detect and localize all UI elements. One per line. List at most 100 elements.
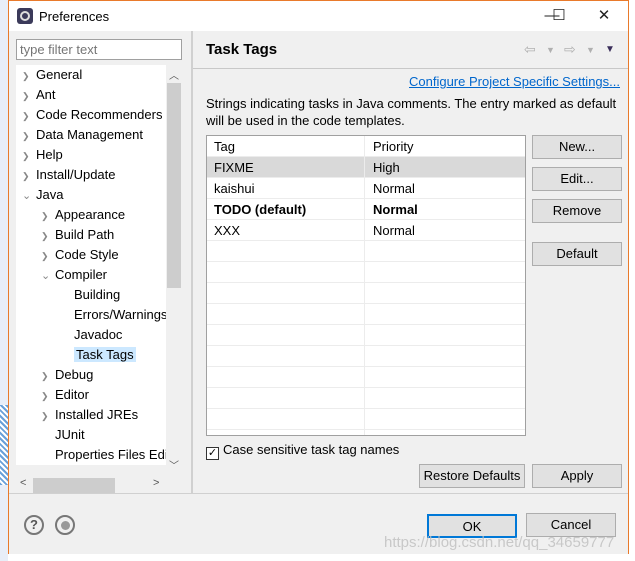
scroll-left-icon[interactable]: < — [20, 477, 26, 489]
tree-item[interactable]: ❯ Appearance — [41, 205, 125, 225]
tag-cell — [207, 283, 365, 304]
chevron-down-icon[interactable]: ⌄ — [22, 186, 36, 206]
chevron-right-icon[interactable]: ❯ — [22, 146, 36, 166]
case-sensitive-checkbox[interactable]: ✓ Case sensitive task tag names — [206, 442, 399, 460]
help-icon[interactable]: ? — [24, 515, 44, 535]
back-arrow-icon[interactable]: ⇦ — [524, 41, 536, 58]
tree-item[interactable]: ❯ Install/Update — [22, 165, 116, 185]
scroll-right-icon[interactable]: > — [153, 477, 159, 489]
chevron-right-icon[interactable]: ❯ — [41, 406, 55, 426]
tag-cell — [207, 241, 365, 262]
column-header-priority[interactable]: Priority — [366, 136, 413, 157]
tree-item[interactable]: Building — [60, 285, 120, 305]
scroll-down-icon[interactable]: ﹀ — [166, 457, 182, 472]
tree-item[interactable]: ❯ Installed JREs — [41, 405, 138, 425]
empty-row — [207, 430, 525, 435]
tree-item[interactable]: ❯ Debug — [41, 365, 93, 385]
chevron-right-icon[interactable]: ❯ — [41, 226, 55, 246]
chevron-right-icon[interactable]: ❯ — [41, 386, 55, 406]
watermark: https://blog.csdn.net/qq_34659777 — [384, 534, 615, 551]
priority-cell: Normal — [373, 181, 415, 196]
tree-item[interactable]: ❯ Editor — [41, 385, 89, 405]
tree-item-label: Compiler — [55, 267, 108, 282]
priority-cell: Normal — [373, 202, 418, 217]
back-dropdown-icon[interactable]: ▼ — [546, 45, 555, 55]
chevron-right-icon[interactable]: ❯ — [41, 366, 55, 386]
tree-item[interactable]: ❯ Help — [22, 145, 63, 165]
sidebar: ❯General❯Ant❯Code Recommenders❯Data Mana… — [9, 31, 191, 494]
empty-row — [207, 346, 525, 367]
checkmark-icon[interactable]: ✓ — [206, 447, 219, 460]
chevron-right-icon[interactable]: ❯ — [22, 86, 36, 106]
eclipse-icon — [17, 8, 33, 24]
tree-item-label: Code Recommenders — [36, 107, 163, 122]
edit-button[interactable]: Edit... — [532, 167, 622, 191]
tree-item[interactable]: ❯ General — [22, 65, 82, 85]
configure-project-settings-link[interactable]: Configure Project Specific Settings... — [409, 74, 620, 89]
tree-item[interactable]: ❯ Data Management — [22, 125, 143, 145]
hscroll-thumb[interactable] — [33, 478, 115, 493]
table-row[interactable]: TODO (default) Normal — [207, 199, 525, 220]
chevron-right-icon[interactable]: ❯ — [22, 106, 36, 126]
priority-cell: Normal — [373, 223, 415, 238]
remove-button[interactable]: Remove — [532, 199, 622, 223]
tag-cell: XXX — [207, 220, 365, 241]
tree-item[interactable]: ⌄ Java — [22, 185, 63, 205]
table-row[interactable]: FIXME High — [207, 157, 525, 178]
menu-dropdown-icon[interactable]: ▼ — [605, 44, 615, 55]
column-header-tag[interactable]: Tag — [207, 136, 365, 157]
forward-arrow-icon[interactable]: ⇨ — [564, 41, 576, 58]
tag-cell — [207, 346, 365, 367]
new-button[interactable]: New... — [532, 135, 622, 159]
tree-item[interactable]: ❯ Code Style — [41, 245, 119, 265]
task-tags-page: Task Tags ⇦ ▼ ⇨ ▼ ▼ Configure Project Sp… — [193, 31, 628, 493]
chevron-right-icon[interactable]: ❯ — [41, 246, 55, 266]
title-bar: Preferences — ☐ ✕ — [9, 1, 628, 31]
filter-input[interactable] — [16, 39, 182, 60]
tree-item-label: Errors/Warnings — [74, 307, 166, 322]
tree-item-label: JUnit — [55, 427, 85, 442]
tree-item[interactable]: ❯ Build Path — [41, 225, 114, 245]
tree-item-label: General — [36, 67, 83, 82]
scroll-up-icon[interactable]: ︿ — [166, 67, 182, 82]
chevron-right-icon[interactable]: ❯ — [22, 126, 36, 146]
tree-item-label: Javadoc — [74, 327, 123, 342]
restore-defaults-button[interactable]: Restore Defaults — [419, 464, 525, 488]
forward-dropdown-icon[interactable]: ▼ — [586, 45, 595, 55]
tree-horizontal-scrollbar[interactable]: < > — [16, 477, 166, 494]
chevron-right-icon[interactable]: ❯ — [22, 66, 36, 86]
priority-cell: High — [373, 160, 400, 175]
tag-cell — [207, 388, 365, 409]
tree-item-label: Debug — [55, 367, 94, 382]
tree-item[interactable]: Javadoc — [60, 325, 122, 345]
preference-tree: ❯ General ❯ Ant ❯ Code Recommenders ❯ Data Mana… — [16, 65, 166, 465]
tag-cell — [207, 304, 365, 325]
tree-item[interactable]: ❯ Code Recommenders — [22, 105, 162, 125]
tag-cell — [207, 430, 365, 435]
table-row[interactable]: XXX Normal — [207, 220, 525, 241]
chevron-down-icon[interactable]: ⌄ — [41, 266, 55, 286]
chevron-right-icon[interactable]: ❯ — [41, 206, 55, 226]
checkbox-label: Case sensitive task tag names — [223, 442, 400, 457]
chevron-right-icon[interactable]: ❯ — [22, 166, 36, 186]
empty-row — [207, 262, 525, 283]
table-row[interactable]: kaishui Normal — [207, 178, 525, 199]
tree-item[interactable]: Task Tags — [60, 345, 136, 365]
tree-item[interactable]: ❯ Ant — [22, 85, 56, 105]
tree-item[interactable]: Errors/Warnings — [60, 305, 166, 325]
scroll-thumb[interactable] — [167, 83, 181, 288]
tree-item[interactable]: Properties Files Editor — [41, 445, 166, 465]
tag-cell — [207, 409, 365, 430]
tree-vertical-scrollbar[interactable]: ︿ ﹀ — [166, 65, 182, 475]
tree-item-label: Task Tags — [74, 347, 136, 362]
empty-row — [207, 283, 525, 304]
default-button[interactable]: Default — [532, 242, 622, 266]
import-export-icon[interactable] — [55, 515, 75, 535]
tree-item-label: Ant — [36, 87, 56, 102]
maximize-button[interactable]: ☐ — [544, 5, 574, 27]
close-button[interactable]: ✕ — [589, 5, 619, 27]
tree-item[interactable]: ⌄ Compiler — [41, 265, 107, 285]
tree-item[interactable]: JUnit — [41, 425, 85, 445]
apply-button[interactable]: Apply — [532, 464, 622, 488]
task-tags-table[interactable]: Tag Priority FIXME High kaishui Normal TODO … — [206, 135, 526, 436]
